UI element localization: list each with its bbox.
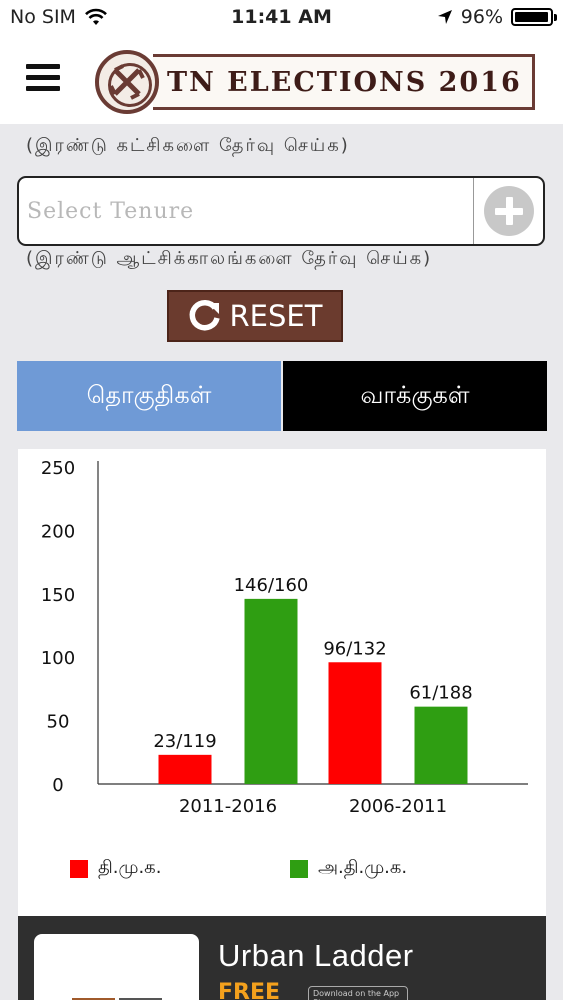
y-tick-label: 50 (47, 712, 70, 733)
tenure-input[interactable] (19, 178, 475, 244)
y-tick-label: 250 (41, 458, 75, 479)
tenure-selector (17, 176, 545, 246)
reset-button[interactable]: RESET (167, 290, 343, 342)
data-label: 23/119 (153, 731, 216, 752)
battery-percent: 96% (460, 6, 503, 28)
legend-item-admk: அ.தி.மு.க. (290, 857, 407, 880)
legend-swatch-admk (290, 859, 308, 878)
election-seal-icon (95, 50, 159, 114)
app-title: TN ELECTIONS 2016 (153, 54, 535, 110)
app-logo: TN ELECTIONS 2016 (95, 50, 535, 114)
view-tabs: தொகுதிகள் வாக்குகள் (17, 361, 547, 431)
location-arrow-icon (437, 10, 452, 24)
plus-circle-icon (483, 186, 534, 236)
ad-banner[interactable]: Urban Ladder FREE Download on the App St… (18, 916, 546, 1000)
ad-logo (34, 934, 199, 1000)
bar-chart: 0 50 100 150 200 250 23/119 146/160 2011-2016 96/… (41, 458, 528, 817)
status-right: 96% (437, 6, 557, 28)
tenure-hint: (இரண்டு ஆட்சிக்காலங்களை தேர்வு செய்க) (26, 248, 433, 269)
bar (244, 598, 298, 784)
status-bar: No SIM 11:41 AM 96% (0, 0, 563, 36)
battery-icon (511, 8, 557, 26)
ad-download-badge[interactable]: Download on the App Store (308, 986, 408, 1000)
hamburger-menu-icon[interactable] (26, 64, 60, 92)
x-tick-label: 2006-2011 (349, 796, 447, 817)
legend-label-admk: அ.தி.மு.க. (318, 857, 408, 878)
refresh-icon (189, 300, 220, 331)
bar (158, 754, 212, 784)
tab-constituencies[interactable]: தொகுதிகள் (17, 361, 281, 431)
data-label: 96/132 (323, 638, 386, 659)
y-tick-label: 100 (41, 648, 75, 669)
app-header: TN ELECTIONS 2016 (0, 36, 563, 124)
bar (414, 706, 468, 784)
tab-votes[interactable]: வாக்குகள் (281, 361, 547, 431)
data-label: 61/188 (409, 683, 472, 704)
parties-hint: (இரண்டு கட்சிகளை தேர்வு செய்க) (26, 135, 350, 156)
y-tick-label: 150 (41, 585, 75, 606)
ad-free-label: FREE (218, 980, 281, 1000)
main-content: (இரண்டு கட்சிகளை தேர்வு செய்க) (இரண்டு ஆ… (6, 124, 557, 1000)
reset-label: RESET (229, 299, 323, 333)
ad-title: Urban Ladder (218, 938, 414, 973)
bar (328, 662, 382, 784)
y-tick-label: 0 (52, 775, 63, 796)
add-tenure-button[interactable] (473, 178, 543, 244)
data-label: 146/160 (234, 575, 309, 596)
legend-swatch-dmk (70, 859, 88, 878)
legend-item-dmk: தி.மு.க. (70, 857, 161, 880)
y-tick-label: 200 (41, 521, 75, 542)
x-tick-label: 2011-2016 (179, 796, 277, 817)
legend-label-dmk: தி.மு.க. (98, 857, 162, 878)
